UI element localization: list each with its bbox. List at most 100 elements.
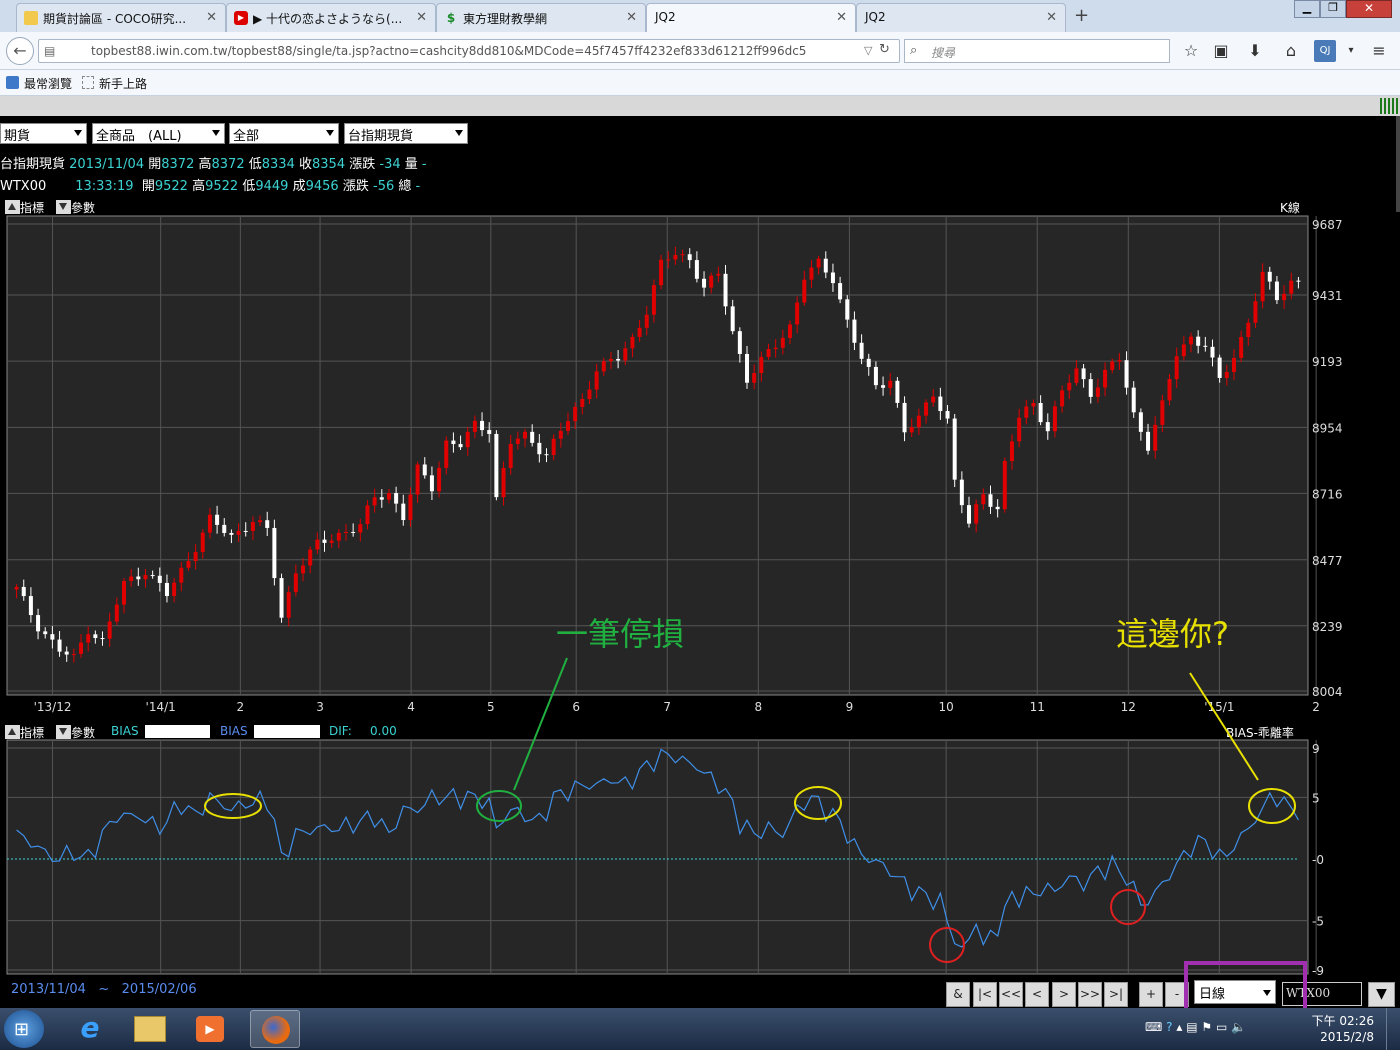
firefox-taskbar-button[interactable]: [250, 1010, 300, 1048]
start-button[interactable]: ⊞: [4, 1010, 44, 1048]
chart-nav-button[interactable]: +: [1139, 982, 1163, 1007]
bias1-label: BIAS: [111, 724, 139, 738]
kline-chart[interactable]: 96879431919389548716847782398004 '13/12 '…: [0, 214, 1400, 719]
candle-body: [644, 314, 649, 328]
triangle-up-icon: [5, 200, 20, 214]
category-select[interactable]: 全部: [229, 123, 339, 144]
candle-body: [1124, 360, 1129, 388]
market-select[interactable]: 期貨: [0, 123, 87, 144]
chevron-down-icon[interactable]: ▾: [1340, 40, 1362, 62]
close-window-button[interactable]: ✕: [1346, 0, 1392, 18]
quote-time: 13:33:19: [75, 179, 134, 194]
candle-body: [164, 582, 169, 597]
chart-nav-button[interactable]: &: [946, 982, 970, 1007]
symbol-select[interactable]: 台指期現貨: [344, 123, 468, 144]
restore-button[interactable]: ❐: [1320, 0, 1346, 18]
candle-body: [1024, 406, 1029, 418]
chart-nav-button[interactable]: |<: [973, 982, 997, 1007]
close-icon[interactable]: ✕: [836, 10, 847, 25]
tab-jq2[interactable]: JQ2 ✕: [856, 3, 1066, 32]
keyboard-icon[interactable]: ⌨: [1145, 1020, 1162, 1034]
url-dropdown-icon[interactable]: ▽: [864, 44, 872, 57]
candle-body: [422, 464, 427, 476]
close-icon[interactable]: ✕: [416, 10, 427, 25]
url-bar[interactable]: topbest88.iwin.com.tw/topbest88/single/t…: [38, 39, 900, 63]
qj-addon-icon[interactable]: QJ: [1314, 40, 1336, 62]
bias-y-tick-label: -9: [1312, 964, 1324, 978]
candle-body: [673, 255, 678, 260]
candle-body: [222, 524, 227, 533]
bookmark-most-visited[interactable]: 最常瀏覽: [24, 75, 72, 92]
flag-icon[interactable]: ⚑: [1201, 1020, 1212, 1034]
chart-nav-button[interactable]: <<: [999, 982, 1023, 1007]
volume-icon[interactable]: 🔈: [1231, 1020, 1246, 1034]
kline-x-tick-label: 12: [1121, 700, 1136, 714]
reading-list-icon[interactable]: ▣: [1210, 40, 1232, 62]
bias2-label: BIAS: [220, 724, 248, 738]
help-icon[interactable]: ?: [1166, 1020, 1172, 1034]
tray-app-icon[interactable]: ▤: [1186, 1020, 1197, 1034]
candle-body: [1196, 336, 1201, 346]
bookmark-folder-icon: [6, 76, 19, 89]
close-icon[interactable]: ✕: [206, 10, 217, 25]
search-input[interactable]: 搜尋: [904, 39, 1170, 63]
menu-icon[interactable]: ≡: [1368, 40, 1390, 62]
bias-chart[interactable]: 9 5 -0 -5 -9: [0, 738, 1400, 978]
candle-body: [544, 454, 549, 456]
candle-body: [472, 420, 477, 432]
candle-body: [945, 411, 950, 419]
chart-nav-button[interactable]: >: [1052, 982, 1076, 1007]
candle-body: [143, 575, 148, 580]
home-icon[interactable]: ⌂: [1280, 40, 1302, 62]
candle-body: [480, 420, 485, 431]
kline-y-tick-label: 9431: [1312, 289, 1343, 303]
bookmark-star-icon[interactable]: ☆: [1180, 40, 1202, 62]
candle-body: [114, 604, 119, 622]
media-player-icon[interactable]: ▶: [196, 1016, 224, 1042]
symbol-dropdown-button[interactable]: ▼: [1368, 982, 1395, 1007]
chart-nav-button[interactable]: >|: [1104, 982, 1128, 1007]
candle-body: [687, 254, 692, 261]
tray-chevron-icon[interactable]: ▴: [1176, 1020, 1182, 1034]
url-text: topbest88.iwin.com.tw/topbest88/single/t…: [91, 44, 807, 58]
scrollbar[interactable]: [1396, 116, 1400, 212]
reload-icon[interactable]: ↻: [879, 42, 890, 57]
network-icon[interactable]: ▭: [1216, 1020, 1227, 1034]
browser-tab-bar: 期貨討論區 - COCO研究... ✕ ▶ ▶ 十代の恋よさようなら(... ✕…: [0, 0, 1400, 32]
candle-body: [186, 561, 191, 568]
candle-body: [852, 319, 857, 343]
kline-x-ticks: '13/12 '14/1 2 3 4 5 6 7 8 9 10 11 12 '15/1 2: [34, 700, 1320, 714]
download-icon[interactable]: ⬇: [1244, 40, 1266, 62]
new-tab-button[interactable]: +: [1074, 5, 1089, 26]
candle-body: [974, 504, 979, 524]
chart-nav-button[interactable]: >>: [1078, 982, 1102, 1007]
minimize-button[interactable]: ▁: [1294, 0, 1320, 18]
close-icon[interactable]: ✕: [1046, 10, 1057, 25]
chart-nav-button[interactable]: <: [1025, 982, 1049, 1007]
tab-jq2-active[interactable]: JQ2 ✕: [646, 3, 856, 32]
product-select[interactable]: 全商品 (ALL): [92, 123, 225, 144]
candle-body: [394, 493, 399, 504]
tab-dongfang[interactable]: $ 東方理財教學網 ✕: [436, 3, 646, 32]
tab-label: 東方理財教學網: [463, 12, 548, 26]
file-explorer-icon[interactable]: [134, 1016, 166, 1042]
candle-body: [537, 442, 542, 455]
tab-youtube[interactable]: ▶ ▶ 十代の恋よさようなら(... ✕: [226, 3, 436, 32]
candle-body: [322, 539, 327, 543]
show-desktop-button[interactable]: [1386, 1008, 1400, 1050]
bookmark-getting-started[interactable]: 新手上路: [99, 75, 147, 92]
candle-body: [157, 575, 162, 583]
candle-body: [1203, 345, 1208, 347]
param-label: 參數: [71, 201, 96, 215]
quote-open: 8372: [161, 157, 195, 172]
candle-body: [71, 653, 76, 655]
tab-coco-forum[interactable]: 期貨討論區 - COCO研究... ✕: [16, 3, 226, 32]
clock[interactable]: 下午 02:26 2015/2/8: [1310, 1013, 1374, 1045]
window-controls: ▁ ❐ ✕: [1294, 0, 1400, 18]
page-list-icon[interactable]: ▤: [44, 44, 55, 58]
candle-body: [530, 431, 535, 443]
ie-icon[interactable]: e: [70, 1011, 110, 1047]
back-button[interactable]: ←: [6, 37, 34, 65]
chevron-down-icon: ▼: [1376, 986, 1387, 1002]
close-icon[interactable]: ✕: [626, 10, 637, 25]
